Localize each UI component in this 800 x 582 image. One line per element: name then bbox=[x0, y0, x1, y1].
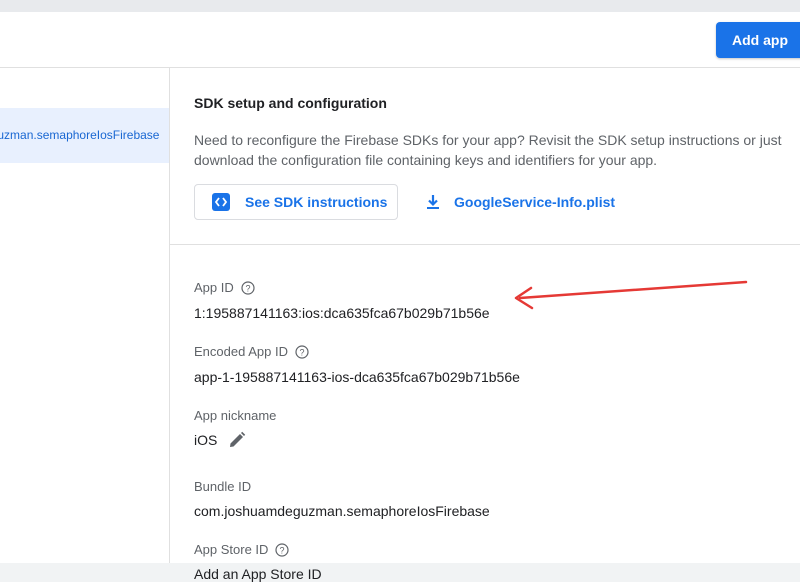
app-id-label: App ID ? bbox=[194, 280, 255, 295]
app-nickname-label: App nickname bbox=[194, 408, 276, 423]
pencil-icon[interactable] bbox=[227, 430, 247, 450]
app-id-value: 1:195887141163:ios:dca635fca67b029b71b56… bbox=[194, 305, 490, 321]
svg-text:?: ? bbox=[280, 545, 285, 555]
encoded-app-id-label-text: Encoded App ID bbox=[194, 344, 288, 359]
svg-text:?: ? bbox=[299, 347, 304, 357]
code-icon bbox=[212, 193, 230, 211]
app-store-id-label: App Store ID ? bbox=[194, 542, 290, 557]
app-store-id-value[interactable]: Add an App Store ID bbox=[194, 566, 322, 582]
see-sdk-instructions-button[interactable]: See SDK instructions bbox=[194, 184, 398, 220]
download-label: GoogleService-Info.plist bbox=[454, 194, 616, 210]
bundle-id-value: com.joshuamdeguzman.semaphoreIosFirebase bbox=[194, 503, 490, 519]
sidebar-item-label: joshuamdeguzman.semaphoreIosFirebase bbox=[0, 128, 160, 142]
app-list-sidebar: joshuamdeguzman.semaphoreIosFirebase bbox=[0, 68, 170, 563]
add-app-button[interactable]: Add app bbox=[716, 22, 800, 58]
settings-card: Add app joshuamdeguzman.semaphoreIosFire… bbox=[0, 12, 800, 582]
app-nickname-row: iOS bbox=[194, 430, 247, 450]
svg-text:?: ? bbox=[245, 283, 250, 293]
bundle-id-label: Bundle ID bbox=[194, 479, 251, 494]
app-details: SDK setup and configuration Need to reco… bbox=[170, 68, 800, 582]
sidebar-item-ios-app[interactable]: joshuamdeguzman.semaphoreIosFirebase bbox=[0, 108, 169, 163]
help-icon[interactable]: ? bbox=[295, 344, 309, 359]
section-description: Need to reconfigure the Firebase SDKs fo… bbox=[194, 132, 782, 168]
encoded-app-id-value: app-1-195887141163-ios-dca635fca67b029b7… bbox=[194, 369, 520, 385]
app-id-label-text: App ID bbox=[194, 280, 234, 295]
bundle-id-label-text: Bundle ID bbox=[194, 479, 252, 494]
download-icon bbox=[427, 195, 439, 209]
app-store-id-label-text: App Store ID bbox=[194, 542, 269, 557]
help-icon[interactable]: ? bbox=[241, 280, 255, 295]
sdk-button-label: See SDK instructions bbox=[245, 194, 388, 210]
card-header: Add app bbox=[0, 12, 800, 68]
section-title: SDK setup and configuration bbox=[194, 95, 387, 111]
help-icon[interactable]: ? bbox=[275, 542, 290, 557]
section-divider bbox=[170, 244, 800, 245]
download-config-link[interactable]: GoogleService-Info.plist bbox=[424, 190, 615, 214]
app-nickname-label-text: App nickname bbox=[194, 408, 277, 423]
app-nickname-value: iOS bbox=[194, 432, 218, 448]
encoded-app-id-label: Encoded App ID ? bbox=[194, 344, 309, 359]
